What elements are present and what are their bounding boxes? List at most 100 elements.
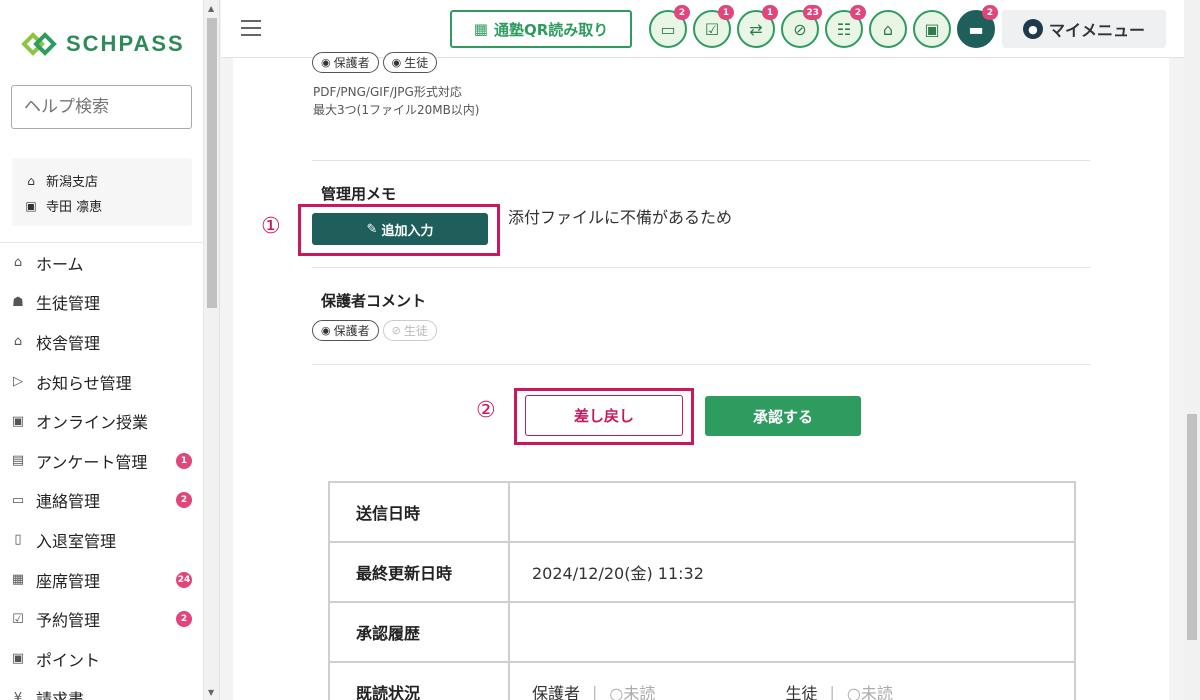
monitor-icon: ▣ [11, 413, 25, 429]
bank-button[interactable]: ⌂ [869, 10, 907, 48]
marker-2: ② [476, 398, 496, 423]
attachment-note: PDF/PNG/GIF/JPG形式対応 最大3つ(1ファイル20MB以内) [313, 83, 480, 119]
info-table: 送信日時 最終更新日時 2024/12/20(金) 11:32 承認履歴 既読状… [328, 481, 1076, 700]
attachment-formats: PDF/PNG/GIF/JPG形式対応 [313, 85, 462, 99]
add-input-button[interactable]: ✎ 追加入力 [312, 213, 488, 245]
calendar-check-icon: ☑ [12, 611, 24, 627]
sidebar-item[interactable]: ▣ オンライン授業 [0, 401, 203, 441]
sidebar-item-label: 連絡管理 [36, 492, 101, 512]
sidebar-item-label: 座席管理 [36, 571, 101, 591]
sidebar-item[interactable]: ▭ 連絡管理 2 [0, 481, 203, 521]
read-label: 既読状況 [328, 661, 510, 700]
checklist-icon: ☑ [704, 19, 720, 39]
table-row: 承認履歴 [328, 601, 1076, 663]
updated-value: 2024/12/20(金) 11:32 [508, 541, 1076, 603]
comment-visibility-tags: ◉ 保護者 ⊘ 生徒 [312, 320, 437, 341]
marker-1: ① [261, 214, 281, 239]
read-separator: | [592, 682, 598, 700]
page-scrollbar[interactable] [1184, 0, 1200, 700]
sidebar-item-label: 入退室管理 [36, 531, 117, 551]
sidebar-item-label: お知らせ管理 [36, 373, 132, 393]
sidebar-item-label: 校舎管理 [36, 333, 101, 353]
eye-off-icon: ⊘ [391, 324, 401, 337]
chat-dark-icon: ▬ [968, 19, 984, 39]
checklist-button[interactable]: ☑ 1 [693, 5, 734, 48]
my-menu-button[interactable]: ● マイメニュー [1002, 10, 1166, 48]
read-guardian-label: 保護者 [532, 684, 581, 700]
user-name: 寺田 凛恵 [46, 200, 103, 215]
sidebar: SCHPASS ⌂ 新潟支店 ▣ 寺田 凛恵 ⌂ ホーム ☗ 生徒管理 ⌂ 校舎管理 ▷ お知… [0, 0, 204, 700]
sidebar-scroll-thumb[interactable] [207, 18, 217, 308]
message-button[interactable]: ▭ 2 [649, 5, 690, 48]
help-search-input[interactable] [11, 85, 192, 129]
sidebar-item[interactable]: ▣ ポイント [0, 639, 203, 679]
table-row: 既読状況 保護者 | ○未読 生徒 | ○未読 [328, 661, 1076, 700]
memo-text: 添付ファイルに不備があるため [508, 208, 733, 227]
top-bar: ▦ 通塾QR読み取り ▭ 2 ☑ 1 ⇄ 1 ⊘ 23 ☷ 2 ⌂ ▣ ▬ 2 ● マイメニュー [221, 0, 1200, 58]
scroll-down-icon[interactable]: ▼ [208, 688, 214, 697]
sent-label: 送信日時 [328, 481, 510, 543]
read-separator: | [829, 682, 835, 700]
approve-button[interactable]: 承認する [705, 396, 861, 436]
visibility-tag-student-hidden[interactable]: ⊘ 生徒 [382, 320, 437, 341]
sidebar-item[interactable]: ▦ 座席管理 24 [0, 560, 203, 600]
sidebar-item[interactable]: ☗ 生徒管理 [0, 283, 203, 323]
door-icon: ▯ [14, 532, 22, 548]
hamburger-menu-icon[interactable] [241, 20, 261, 36]
attachment-limit: 最大3つ(1ファイル20MB以内) [313, 103, 480, 117]
count-badge: 1 [176, 452, 192, 469]
schpass-logo[interactable]: SCHPASS [20, 30, 185, 58]
gift-icon: ▣ [924, 19, 940, 39]
notification-badge: 2 [850, 5, 866, 20]
sidebar-scrollbar[interactable]: ▲ ▼ [204, 0, 220, 700]
visibility-tag-student[interactable]: ◉ 生徒 [382, 52, 438, 73]
count-badge: 24 [176, 571, 192, 588]
message-icon: ▭ [660, 19, 676, 39]
count-badge: 2 [176, 492, 192, 509]
scroll-up-icon[interactable]: ▲ [208, 4, 214, 13]
sidebar-nav: ⌂ ホーム ☗ 生徒管理 ⌂ 校舎管理 ▷ お知らせ管理 ▣ オンライン授業 ▤ アンケート管理 1 ▭ 連… [0, 242, 203, 700]
sidebar-item-label: ポイント [36, 650, 101, 670]
qr-scan-button[interactable]: ▦ 通塾QR読み取り [450, 10, 632, 48]
sidebar-item-label: ホーム [36, 254, 84, 274]
page-scroll-thumb[interactable] [1187, 414, 1197, 640]
eye-icon: ◉ [391, 56, 402, 69]
sidebar-item[interactable]: ⌂ 校舎管理 [0, 322, 203, 362]
eye-icon: ◉ [321, 56, 331, 69]
qr-scan-label: 通塾QR読み取り [493, 20, 609, 39]
read-student-label: 生徒 [785, 684, 818, 700]
group-button[interactable]: ☷ 2 [825, 5, 866, 48]
notification-badge: 2 [982, 5, 998, 20]
sidebar-item[interactable]: ▤ アンケート管理 1 [0, 441, 203, 481]
chat-dark-button[interactable]: ▬ 2 [957, 5, 998, 48]
visibility-tag-guardian[interactable]: ◉ 保護者 [312, 320, 379, 341]
attachment-visibility-tags: ◉ 保護者 ◉ 生徒 [312, 52, 438, 73]
sidebar-item-label: オンライン授業 [36, 413, 149, 433]
tag-label: 生徒 [404, 56, 429, 70]
home-icon: ⌂ [27, 173, 35, 188]
divider [312, 364, 1090, 365]
gift-button[interactable]: ▣ [913, 10, 951, 48]
seat-icon: ▦ [11, 572, 25, 588]
transfer-button[interactable]: ⇄ 1 [737, 5, 778, 48]
comment-title: 保護者コメント [321, 292, 427, 310]
sidebar-item[interactable]: ¥ 請求書 [0, 679, 203, 700]
read-status: 保護者 | ○未読 生徒 | ○未読 [508, 661, 1076, 700]
yen-icon: ¥ [13, 690, 23, 700]
absence-button[interactable]: ⊘ 23 [781, 5, 822, 48]
notification-badge: 2 [674, 5, 690, 20]
sidebar-item-label: アンケート管理 [36, 452, 148, 472]
send-icon: ▷ [13, 374, 23, 390]
sidebar-item[interactable]: ☑ 予約管理 2 [0, 599, 203, 639]
read-guardian: 保護者 | ○未読 [532, 680, 655, 700]
transfer-icon: ⇄ [749, 19, 763, 39]
sidebar-item[interactable]: ⌂ ホーム [0, 243, 203, 283]
sidebar-item-label: 請求書 [36, 690, 85, 700]
sidebar-item[interactable]: ▷ お知らせ管理 [0, 362, 203, 402]
sidebar-item[interactable]: ▯ 入退室管理 [0, 520, 203, 560]
divider [312, 267, 1090, 268]
read-student-status: ○未読 [846, 684, 893, 700]
return-button[interactable]: 差し戻し [525, 395, 683, 436]
visibility-tag-guardian[interactable]: ◉ 保護者 [312, 52, 379, 73]
user-row: ▣ 寺田 凛恵 [24, 193, 192, 218]
